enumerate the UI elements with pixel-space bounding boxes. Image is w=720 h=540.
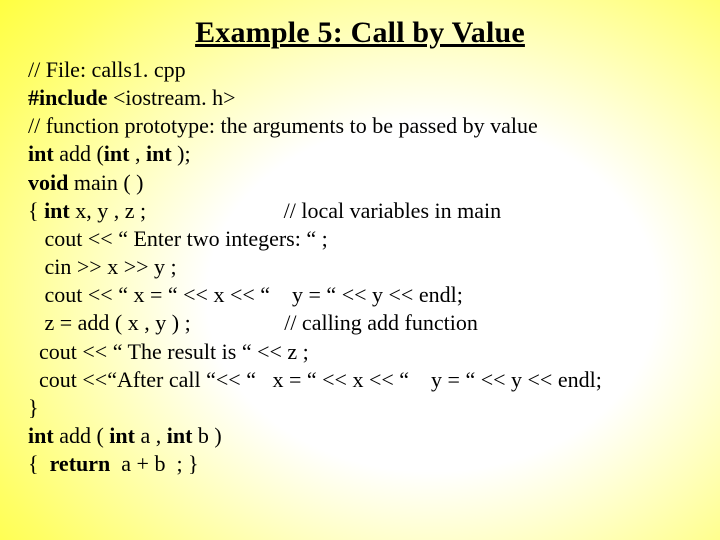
- code-line-14d: a ,: [135, 423, 167, 448]
- slide-title: Example 5: Call by Value: [28, 16, 692, 50]
- code-line-7: cout << “ Enter two integers: “ ;: [28, 226, 328, 251]
- kw-void: void: [28, 170, 68, 195]
- code-line-13: }: [28, 395, 39, 420]
- code-line-6c: x, y , z ; // local variables in main: [70, 198, 501, 223]
- code-line-15c: a + b ; }: [110, 451, 198, 476]
- kw-include: #include: [28, 85, 107, 110]
- kw-int-1: int: [28, 141, 54, 166]
- code-line-3: // function prototype: the arguments to …: [28, 113, 538, 138]
- code-line-10: z = add ( x , y ) ; // calling add funct…: [28, 310, 478, 335]
- code-line-14b: add (: [54, 423, 110, 448]
- kw-int-3: int: [146, 141, 172, 166]
- code-line-15a: {: [28, 451, 50, 476]
- code-line-4d: ,: [129, 141, 146, 166]
- kw-int-6: int: [109, 423, 135, 448]
- code-line-11: cout << “ The result is “ << z ;: [28, 339, 309, 364]
- code-line-1: // File: calls1. cpp: [28, 57, 186, 82]
- slide: Example 5: Call by Value // File: calls1…: [0, 0, 720, 540]
- kw-int-7: int: [167, 423, 193, 448]
- code-line-14f: b ): [192, 423, 221, 448]
- kw-int-4: int: [44, 198, 70, 223]
- kw-return: return: [50, 451, 111, 476]
- code-line-4b: add (: [54, 141, 104, 166]
- kw-int-2: int: [104, 141, 130, 166]
- code-line-8: cin >> x >> y ;: [28, 254, 177, 279]
- kw-int-5: int: [28, 423, 54, 448]
- code-line-9: cout << “ x = “ << x << “ y = “ << y << …: [28, 282, 463, 307]
- code-line-4f: );: [172, 141, 191, 166]
- code-line-6a: {: [28, 198, 44, 223]
- code-line-5b: main ( ): [68, 170, 143, 195]
- code-block: // File: calls1. cpp #include <iostream.…: [28, 56, 692, 478]
- code-line-2b: <iostream. h>: [107, 85, 235, 110]
- code-line-12: cout <<“After call “<< “ x = “ << x << “…: [28, 367, 602, 392]
